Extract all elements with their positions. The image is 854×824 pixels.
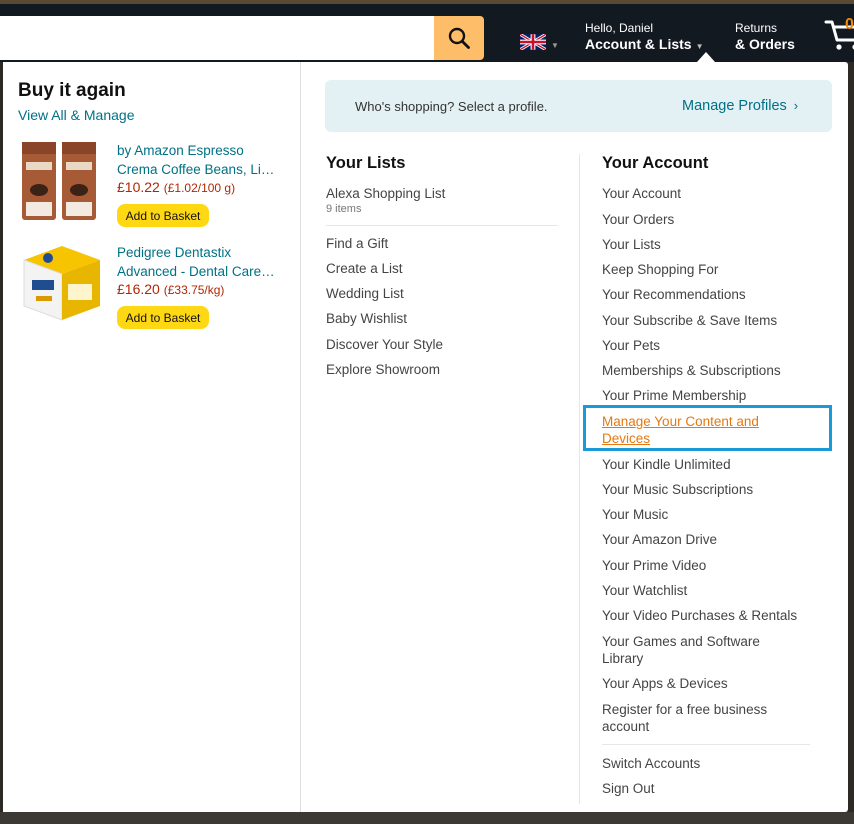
search-input[interactable]	[0, 16, 434, 60]
search-icon	[448, 27, 470, 49]
coffee-beans-image[interactable]	[18, 138, 102, 222]
account-item-manage-content-devices[interactable]: Manage Your Content and	[602, 413, 759, 430]
flyout-pointer	[697, 52, 715, 62]
orders-label: & Orders	[735, 36, 795, 52]
account-item-apps-devices[interactable]: Your Apps & Devices	[602, 675, 728, 692]
account-item-amazon-drive[interactable]: Your Amazon Drive	[602, 531, 717, 548]
background-bottom	[0, 812, 854, 824]
account-item-kindle-unlimited[interactable]: Your Kindle Unlimited	[602, 456, 731, 473]
switch-accounts-link[interactable]: Switch Accounts	[602, 755, 700, 772]
returns-label: Returns	[735, 21, 778, 35]
alexa-list-count: 9 items	[326, 203, 362, 215]
product-title-line[interactable]: Advanced - Dental Care…	[117, 262, 289, 281]
product-price: £10.22 (£1.02/100 g)	[117, 179, 235, 195]
account-item-recommendations[interactable]: Your Recommendations	[602, 286, 746, 303]
profile-prompt: Who's shopping? Select a profile.	[355, 99, 548, 114]
account-item-your-account[interactable]: Your Account	[602, 185, 681, 202]
unit-price: (£33.75/kg)	[163, 283, 225, 297]
buy-again-item: by Amazon Espresso Crema Coffee Beans, L…	[18, 138, 293, 228]
account-item-register-business[interactable]: account	[602, 718, 649, 735]
unit-price: (£1.02/100 g)	[163, 181, 236, 195]
product-price: £16.20 (£33.75/kg)	[117, 281, 224, 297]
account-item-your-music[interactable]: Your Music	[602, 506, 668, 523]
alexa-shopping-list-link[interactable]: Alexa Shopping List	[326, 185, 445, 202]
top-rim	[0, 0, 854, 4]
add-to-basket-button[interactable]: Add to Basket	[117, 204, 209, 227]
product-title-line[interactable]: Pedigree Dentastix	[117, 243, 289, 262]
list-item-wedding-list[interactable]: Wedding List	[326, 285, 404, 302]
buy-again-panel: Buy it again View All & Manage by Amazon…	[3, 62, 301, 812]
account-item-your-orders[interactable]: Your Orders	[602, 211, 674, 228]
account-item-watchlist[interactable]: Your Watchlist	[602, 582, 687, 599]
account-item-keep-shopping-for[interactable]: Keep Shopping For	[602, 261, 718, 278]
account-item-register-business[interactable]: Register for a free business	[602, 701, 767, 718]
account-item-prime-membership[interactable]: Your Prime Membership	[602, 387, 746, 404]
account-lists-label: Account & Lists	[585, 36, 692, 52]
list-item-create-a-list[interactable]: Create a List	[326, 260, 403, 277]
manage-profiles-label: Manage Profiles	[682, 98, 787, 114]
cart-count: 0	[845, 16, 854, 33]
account-item-music-subscriptions[interactable]: Your Music Subscriptions	[602, 481, 753, 498]
account-item-manage-content-devices[interactable]: Devices	[602, 430, 650, 447]
background-edge-right	[848, 62, 854, 824]
search-button[interactable]	[434, 16, 484, 60]
buy-again-title: Buy it again	[18, 80, 126, 101]
account-lists-menu[interactable]: Hello, Daniel Account & Lists ▼	[585, 21, 704, 56]
account-item-games-software[interactable]: Library	[602, 650, 643, 667]
list-item-find-a-gift[interactable]: Find a Gift	[326, 235, 388, 252]
profile-banner: Who's shopping? Select a profile. Manage…	[325, 80, 832, 132]
returns-orders-link[interactable]: Returns & Orders	[735, 21, 795, 53]
chevron-down-icon: ▼	[695, 42, 704, 51]
account-item-memberships[interactable]: Memberships & Subscriptions	[602, 362, 781, 379]
product-title-line[interactable]: Crema Coffee Beans, Li…	[117, 160, 289, 179]
account-flyout: Buy it again View All & Manage by Amazon…	[3, 62, 848, 812]
divider	[326, 225, 558, 226]
account-item-video-purchases[interactable]: Your Video Purchases & Rentals	[602, 607, 797, 624]
account-item-subscribe-save[interactable]: Your Subscribe & Save Items	[602, 312, 777, 329]
price-value: £16.20	[117, 281, 160, 297]
account-greeting: Hello, Daniel	[585, 21, 654, 35]
column-divider	[579, 154, 580, 804]
product-title-line[interactable]: by Amazon Espresso	[117, 141, 289, 160]
account-item-prime-video[interactable]: Your Prime Video	[602, 557, 706, 574]
uk-flag-icon	[520, 34, 546, 50]
your-lists-heading: Your Lists	[326, 154, 406, 172]
chevron-right-icon: ›	[793, 98, 799, 113]
list-item-baby-wishlist[interactable]: Baby Wishlist	[326, 310, 407, 327]
list-item-explore-showroom[interactable]: Explore Showroom	[326, 361, 440, 378]
price-value: £10.22	[117, 179, 160, 195]
buy-again-item: Pedigree Dentastix Advanced - Dental Car…	[18, 240, 293, 330]
account-item-games-software[interactable]: Your Games and Software	[602, 633, 760, 650]
language-selector[interactable]: ▼	[520, 34, 559, 50]
divider	[602, 744, 810, 745]
account-item-your-pets[interactable]: Your Pets	[602, 337, 660, 354]
view-all-manage-link[interactable]: View All & Manage	[18, 107, 134, 123]
your-account-heading: Your Account	[602, 154, 709, 172]
manage-profiles-link[interactable]: Manage Profiles ›	[682, 98, 798, 114]
account-item-your-lists[interactable]: Your Lists	[602, 236, 661, 253]
sign-out-link[interactable]: Sign Out	[602, 780, 655, 797]
dentastix-box-image[interactable]	[18, 240, 102, 324]
add-to-basket-button[interactable]: Add to Basket	[117, 306, 209, 329]
chevron-down-icon: ▼	[551, 40, 559, 50]
list-item-discover-your-style[interactable]: Discover Your Style	[326, 336, 443, 353]
